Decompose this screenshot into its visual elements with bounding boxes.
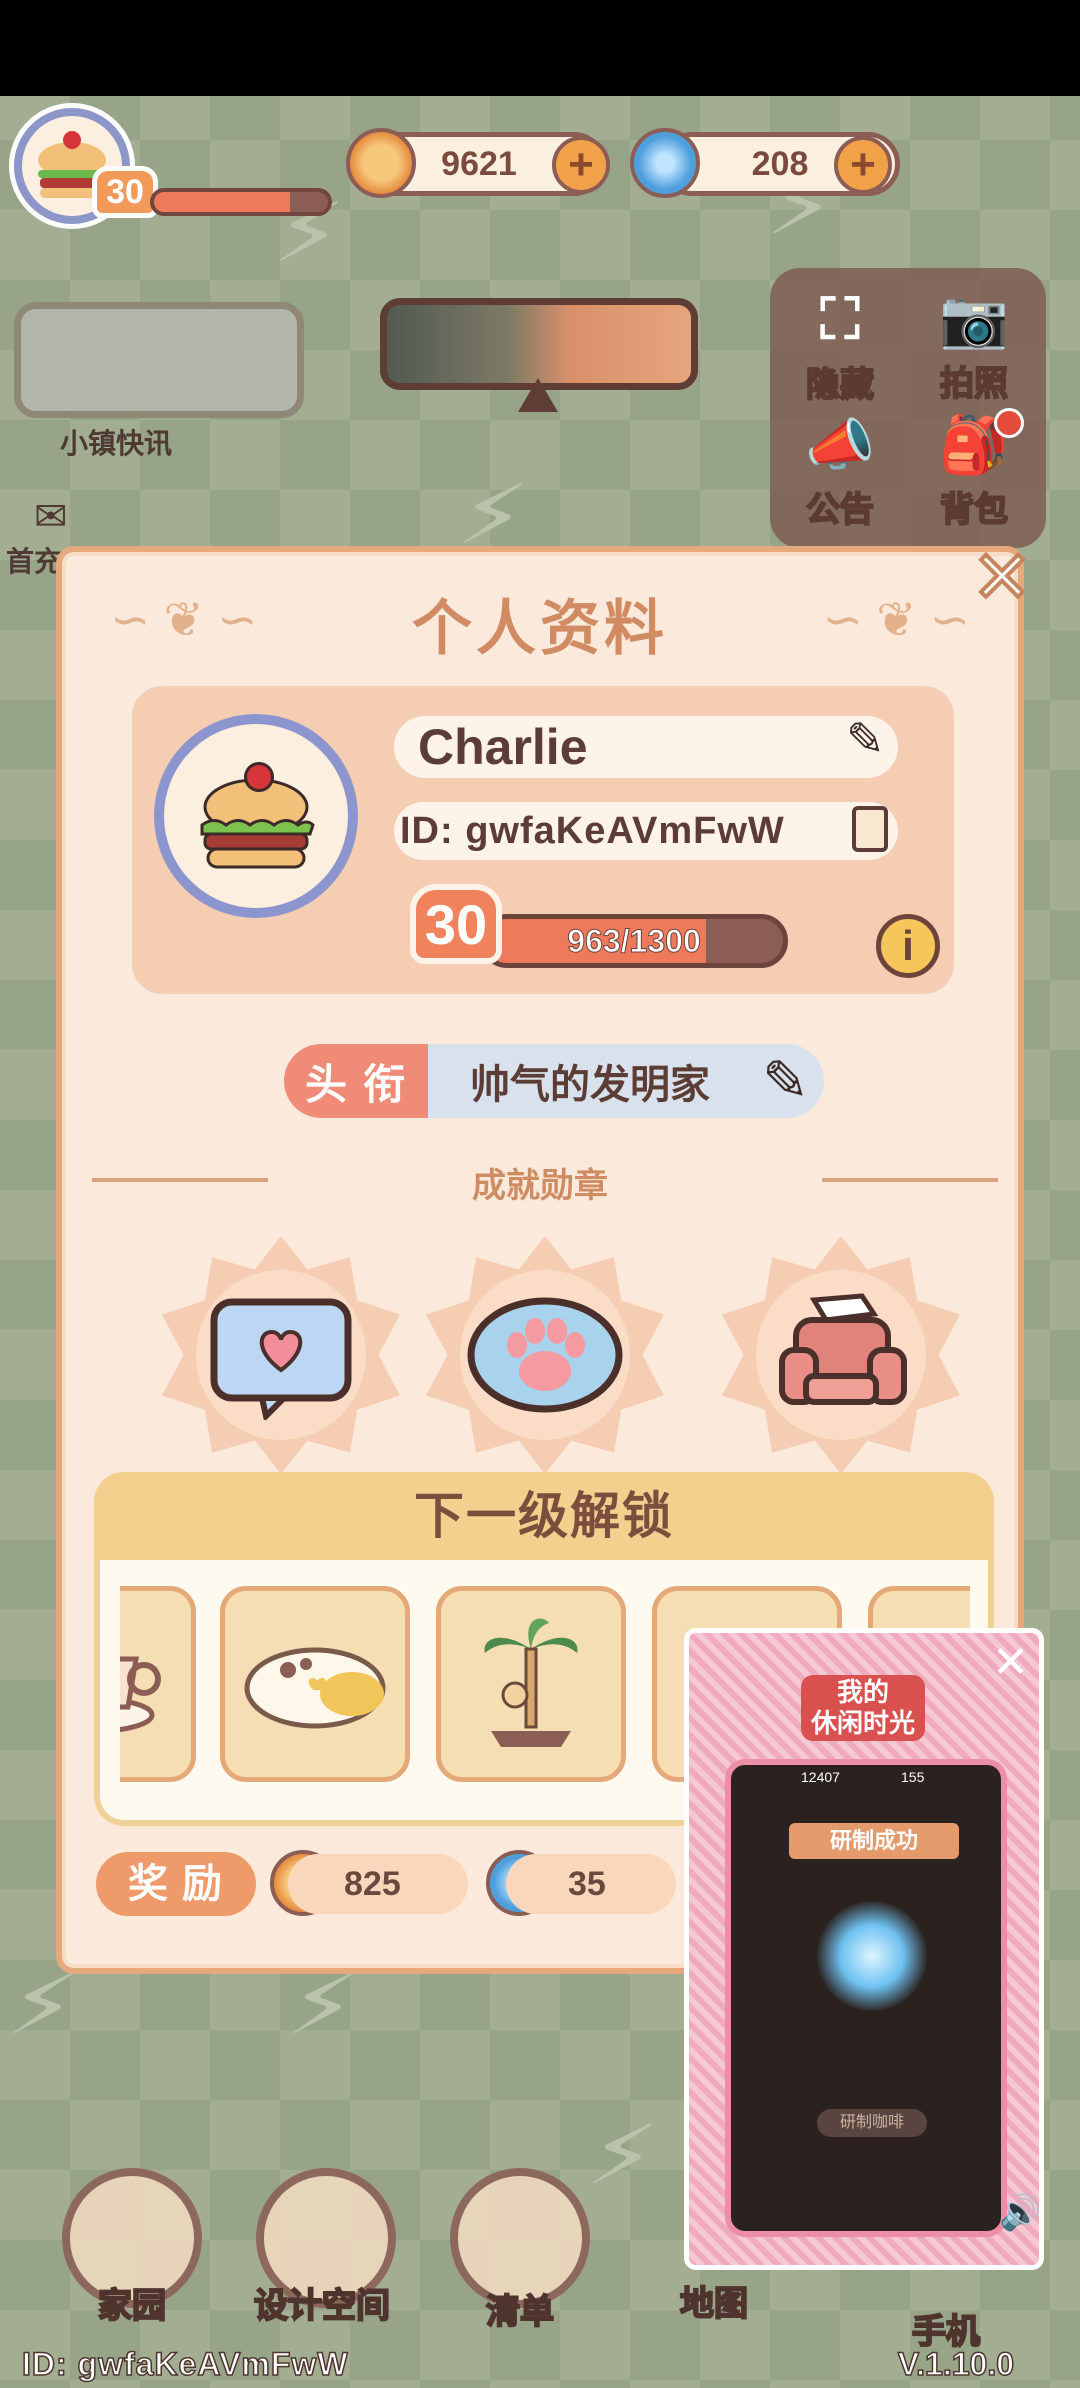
hide-label: 隐藏 <box>805 365 875 405</box>
reward-gems: 35 <box>506 1854 676 1914</box>
status-bar <box>0 0 1080 96</box>
ad-mini-gems: 155 <box>901 1769 925 1785</box>
palm-tree-stand-item[interactable] <box>436 1586 626 1782</box>
copy-id-icon[interactable] <box>852 806 888 852</box>
nav-design-label: 设计空间 <box>253 2286 391 2326</box>
xp-text: 963/1300 <box>567 923 701 960</box>
edit-name-icon[interactable]: ✎ <box>846 712 885 766</box>
mail-icon: ✉ <box>34 495 68 539</box>
gem-amount: 208 <box>751 144 809 183</box>
title-tag: 头衔 <box>284 1044 428 1118</box>
ad-game-logo: 我的 休闲时光 <box>801 1675 926 1742</box>
close-button[interactable]: ✕ <box>970 540 1034 616</box>
profile-title: 个人资料 <box>412 595 668 662</box>
version-label: V.1.10.0 <box>897 2345 1015 2383</box>
player-id-text: ID: gwfaKeAVmFwW <box>394 802 898 860</box>
town-news-panel[interactable] <box>14 302 304 418</box>
cat-bed-icon <box>244 1647 386 1729</box>
next-level-unlock-title: 下一级解锁 <box>94 1472 994 1560</box>
teacup-item[interactable] <box>120 1586 196 1782</box>
weather-time-indicator <box>380 298 698 390</box>
gold-coin-icon <box>346 128 416 198</box>
palm-tree-icon <box>484 1618 578 1747</box>
footer-player-id: ID: gwfaKeAVmFwW <box>21 2345 349 2383</box>
info-icon[interactable]: i <box>876 914 940 978</box>
reward-gem-amount: 35 <box>568 1865 606 1903</box>
armchair-icon <box>779 1293 907 1405</box>
announcement-label: 公告 <box>805 490 875 530</box>
time-pointer-icon <box>518 378 558 412</box>
gold-amount: 9621 <box>441 144 517 183</box>
add-gold-button[interactable]: + <box>552 136 610 194</box>
profile-xp-bar: 963/1300 <box>480 914 788 968</box>
player-title-row: 头衔 帅气的发明家 <box>284 1044 824 1118</box>
profile-level-badge: 30 <box>410 884 502 964</box>
reward-gold: 825 <box>288 1854 468 1914</box>
player-name-field: Charlie <box>394 716 898 778</box>
ad-success-banner: 研制成功 <box>789 1823 959 1859</box>
heart-speech-bubble-icon <box>210 1298 352 1420</box>
nav-list-label: 清单 <box>485 2292 555 2332</box>
paw-medal[interactable] <box>426 1236 664 1474</box>
nav-home-label: 家园 <box>97 2286 167 2326</box>
reward-gold-amount: 825 <box>344 1865 401 1903</box>
add-gem-button[interactable]: + <box>834 136 892 194</box>
armchair-medal[interactable] <box>722 1236 960 1474</box>
hide-frame-icon: ⛶ <box>820 287 860 350</box>
profile-avatar[interactable] <box>154 714 358 918</box>
gem-swirl-icon <box>630 128 700 198</box>
hide-button[interactable]: ⛶ 隐藏 <box>780 286 900 406</box>
camera-icon: 📷 <box>939 287 1009 350</box>
megaphone-icon: 📣 <box>805 413 875 476</box>
ad-mini-button: 研制咖啡 <box>817 2109 927 2137</box>
profile-info-card: Charlie ✎ ID: gwfaKeAVmFwW 30 963/1300 i <box>132 686 954 994</box>
edit-title-icon[interactable]: ✎ <box>762 1048 809 1114</box>
bolt-pattern: ⚡ <box>583 2101 662 2211</box>
ad-mini-gold: 12407 <box>801 1769 840 1785</box>
nav-map-label: 地图 <box>679 2284 749 2324</box>
glowing-cup-icon <box>817 1901 927 2011</box>
town-news-label: 小镇快讯 <box>60 428 173 459</box>
ad-close-icon[interactable]: ✕ <box>992 1637 1029 1688</box>
photo-label: 拍照 <box>939 364 1009 404</box>
achievement-medals-label: 成就勋章 <box>472 1167 608 1205</box>
heart-speech-medal[interactable] <box>162 1236 400 1474</box>
backpack-label: 背包 <box>939 490 1009 530</box>
photo-button[interactable]: 📷 拍照 <box>914 286 1034 405</box>
speaker-icon[interactable]: 🔊 <box>999 2193 1039 2233</box>
first-charge-label: 首充 <box>6 546 63 577</box>
cat-paw-icon <box>467 1297 623 1413</box>
teacup-icon <box>120 1656 161 1732</box>
ad-phone-preview: 12407 155 研制成功 研制咖啡 <box>725 1759 1007 2237</box>
burger-icon <box>200 762 315 869</box>
player-level-badge: 30 <box>92 166 158 218</box>
announcement-button[interactable]: 📣 公告 <box>780 412 900 531</box>
ad-video-popup[interactable]: ✕ 我的 休闲时光 12407 155 研制成功 研制咖啡 🔊 <box>684 1628 1044 2270</box>
reward-tag: 奖励 <box>96 1852 256 1916</box>
notification-dot <box>994 408 1024 438</box>
player-xp-bar <box>150 188 332 216</box>
cat-bed-item[interactable] <box>220 1586 410 1782</box>
